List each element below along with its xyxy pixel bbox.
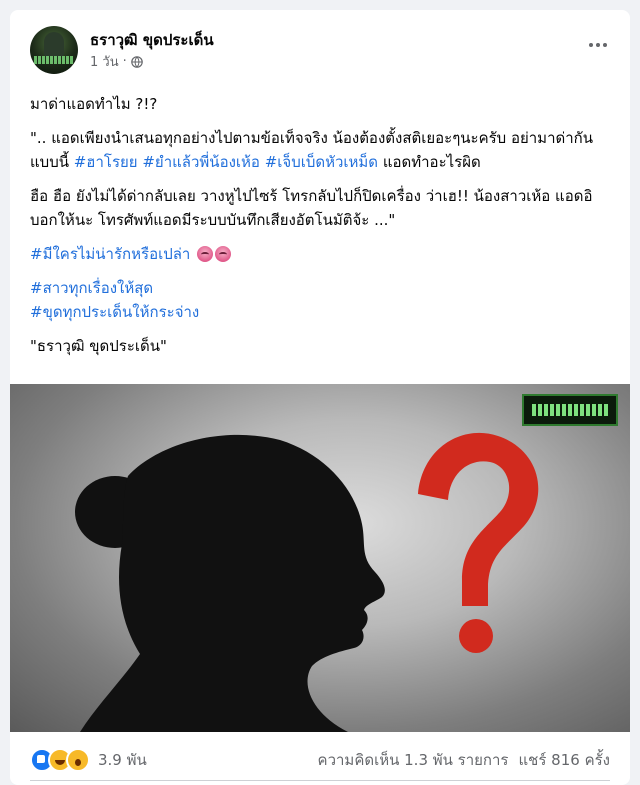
meta-separator: · — [122, 54, 127, 69]
globe-icon[interactable] — [130, 55, 143, 68]
hashtag-link[interactable]: #มีใครไม่น่ารักหรือเปล่า — [30, 245, 190, 263]
post-text: มาด่าแอดทำไม ?!? ".. แอดเพียงนำเสนอทุกอย… — [30, 92, 612, 368]
post-line-1: มาด่าแอดทำไม ?!? — [30, 95, 158, 113]
more-options-button[interactable] — [580, 30, 616, 60]
page-name-link[interactable]: ธราวุฒิ ขุดประเด็น — [90, 28, 214, 52]
post-image[interactable] — [10, 384, 630, 732]
post-paragraph-3: ฮือ ฮือ ยังไม่ได้ด่ากลับเลย วางหูไปไซร้ … — [30, 187, 593, 229]
post-meta: 1 วัน · — [90, 51, 143, 72]
post-paragraph-2: ".. แอดเพียงนำเสนอทุกอย่างไปตามข้อเท็จจร… — [30, 126, 612, 174]
shares-count-link[interactable]: แชร์ 816 ครั้ง — [519, 748, 611, 772]
hashtag-link[interactable]: #สาวทุกเรื่องให้สุด — [30, 279, 153, 297]
engagement-stats: ความคิดเห็น 1.3 พัน รายการ แชร์ 816 ครั้… — [318, 748, 610, 772]
avatar-logo-text — [34, 56, 74, 64]
post-card: ธราวุฒิ ขุดประเด็น 1 วัน · มาด่าแอดทำไม … — [10, 10, 630, 785]
post-hashtag-line-4: #มีใครไม่น่ารักหรือเปล่า — [30, 242, 612, 266]
dot — [603, 43, 607, 47]
dizzy-face-emoji-icon — [215, 246, 232, 262]
page-avatar[interactable] — [30, 26, 78, 74]
post-signature: "ธราวุฒิ ขุดประเด็น" — [30, 337, 167, 355]
watermark-text — [532, 404, 608, 416]
dot — [596, 43, 600, 47]
dizzy-face-emoji-icon — [197, 246, 214, 262]
comments-count-link[interactable]: ความคิดเห็น 1.3 พัน รายการ — [318, 748, 509, 772]
wow-icon — [66, 748, 90, 772]
reactions-summary[interactable]: 3.9 พัน — [30, 748, 147, 772]
silhouette-question-image — [75, 432, 539, 732]
post-hashtag-lines: #สาวทุกเรื่องให้สุด #ขุดทุกประเด็นให้กระจ… — [30, 276, 612, 324]
page-logo-watermark — [522, 394, 618, 426]
avatar-figure — [44, 32, 64, 58]
paragraph-2-tail: แอดทำอะไรผิด — [378, 153, 481, 171]
hashtag-link[interactable]: #ขุดทุกประเด็นให้กระจ่าง — [30, 303, 199, 321]
footer-divider — [30, 780, 610, 781]
post-footer: 3.9 พัน ความคิดเห็น 1.3 พัน รายการ แชร์ … — [30, 746, 610, 776]
post-header: ธราวุฒิ ขุดประเด็น 1 วัน · — [30, 26, 610, 76]
reaction-count[interactable]: 3.9 พัน — [98, 748, 147, 772]
post-timestamp[interactable]: 1 วัน — [90, 51, 119, 72]
hashtag-link[interactable]: #ยำแล้วพี่น้องเห้อ — [142, 153, 260, 171]
hashtag-link[interactable]: #ฮาโรยย — [74, 153, 138, 171]
hashtag-link[interactable]: #เจ็บเบ็ดหัวเหม็ด — [265, 153, 378, 171]
more-horizontal-icon — [589, 43, 593, 47]
